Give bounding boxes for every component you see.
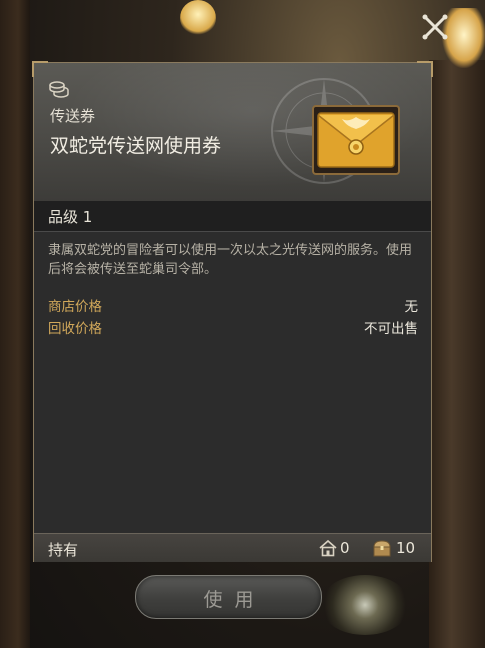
coin-stack-icon (48, 79, 72, 99)
panel-corner-decoration (32, 61, 48, 77)
sell-price-row: 回收价格 不可出售 (48, 317, 418, 337)
shop-price-value: 无 (404, 299, 419, 315)
background-flowers (320, 575, 410, 635)
grade-bar: 品级 1 (34, 201, 431, 232)
close-icon (422, 14, 448, 40)
close-button[interactable] (418, 10, 452, 44)
item-description: 隶属双蛇党的冒险者可以使用一次以太之光传送网的服务。使用后将会被传送至蛇巢司令部… (48, 243, 413, 277)
background-pillar-right (429, 60, 485, 648)
item-detail-panel: 传送券 双蛇党传送网使用券 品级 1 隶属双蛇党的冒险者可以使用一次以太之光传送… (32, 61, 433, 562)
item-category: 传送券 (50, 107, 96, 125)
owned-count-bar: 持有 0 10 (34, 533, 431, 562)
shop-price-row: 商店价格 无 (48, 295, 418, 315)
house-icon (318, 539, 338, 557)
sell-price-label: 回收价格 (48, 321, 102, 337)
house-storage-count: 0 (340, 539, 350, 557)
owned-label: 持有 (48, 541, 79, 559)
chest-storage-count: 10 (396, 539, 416, 557)
item-name: 双蛇党传送网使用券 (50, 135, 222, 157)
use-button[interactable]: 使用 (135, 575, 322, 619)
sell-price-value: 不可出售 (364, 321, 418, 337)
item-header: 传送券 双蛇党传送网使用券 (32, 61, 433, 202)
treasure-chest-icon (372, 539, 392, 557)
use-button-label: 使用 (203, 589, 266, 611)
envelope-ticket-icon (312, 105, 400, 175)
background-lamp (180, 0, 216, 36)
shop-price-label: 商店价格 (48, 299, 102, 315)
item-grade: 品级 1 (48, 208, 93, 226)
background-pillar-left (0, 0, 30, 648)
panel-corner-decoration (417, 61, 433, 77)
